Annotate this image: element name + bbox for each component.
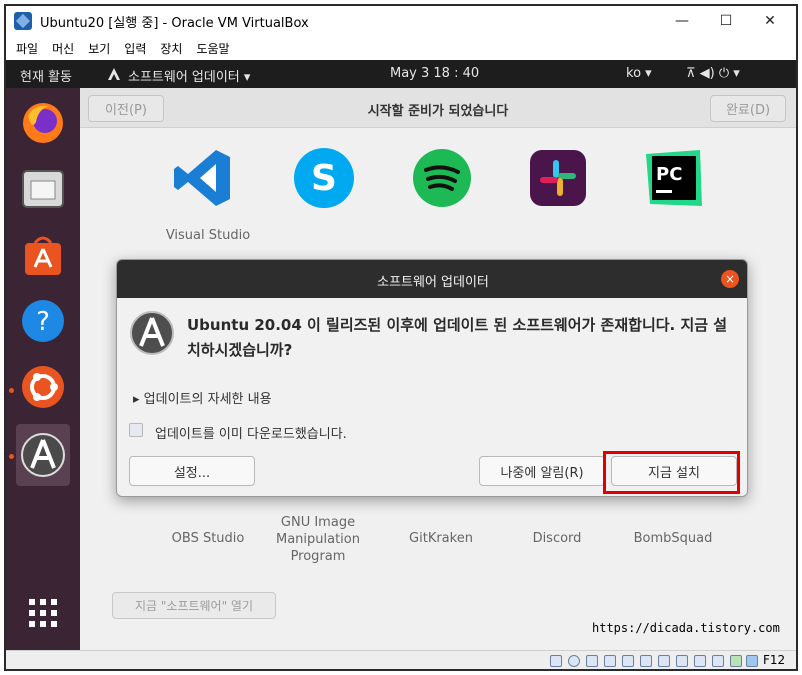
dock: ? [6, 88, 80, 650]
software-updater-icon [129, 310, 175, 356]
pycharm-icon[interactable]: PC [642, 146, 706, 210]
display-icon[interactable] [658, 655, 670, 667]
hard-disk-icon[interactable] [550, 655, 562, 667]
mouse-integration-icon[interactable] [730, 655, 742, 667]
software-center-icon[interactable] [18, 230, 68, 280]
menu-machine[interactable]: 머신 [52, 40, 74, 57]
usb-icon[interactable] [622, 655, 634, 667]
network-icon[interactable] [604, 655, 616, 667]
details-expander[interactable]: ▸ 업데이트의 자세한 내용 [133, 388, 272, 407]
minimize-button[interactable]: — [660, 6, 704, 36]
app-label-obs: OBS Studio [171, 531, 245, 546]
help-icon[interactable]: ? [18, 296, 68, 346]
downloaded-checkbox-label: 업데이트를 이미 다운로드했습니다. [155, 427, 347, 442]
spotify-icon[interactable] [410, 146, 474, 210]
window-title: Ubuntu20 [실행 중] - Oracle VM VirtualBox [40, 15, 309, 31]
app-label-bombsquad: BombSquad [633, 531, 713, 546]
header-bar: 이전(P) 시작할 준비가 되었습니다 완료(D) [80, 88, 796, 128]
menu-input[interactable]: 입력 [124, 40, 146, 57]
page-title: 시작할 준비가 되었습니다 [367, 104, 509, 119]
host-key-label: F12 [763, 653, 786, 667]
status-bar: F12 [6, 650, 796, 669]
details-label: 업데이트의 자세한 내용 [143, 392, 272, 407]
svg-text:PC: PC [656, 164, 682, 185]
dialog-titlebar: 소프트웨어 업데이터 × [117, 260, 747, 298]
gnome-top-bar: 현재 활동 소프트웨어 업데이터 ▾ May 3 18 : 40 ko ▾ ⊼ … [6, 60, 796, 88]
app-label-discord: Discord [532, 531, 582, 546]
show-applications-icon[interactable] [18, 588, 68, 638]
highlight-box [603, 451, 740, 494]
app-label-vscode: Visual Studio [165, 228, 251, 243]
clock[interactable]: May 3 18 : 40 [390, 66, 479, 81]
dialog-title: 소프트웨어 업데이터 [377, 275, 489, 290]
keyboard-capture-icon[interactable] [746, 655, 758, 667]
app-menu[interactable]: 소프트웨어 업데이터 ▾ [128, 66, 250, 85]
shared-folders-icon[interactable] [640, 655, 652, 667]
expander-arrow-icon: ▸ [133, 392, 144, 407]
vscode-icon[interactable] [170, 146, 234, 210]
watermark: https://dicada.tistory.com [592, 621, 780, 635]
menu-help[interactable]: 도움말 [196, 40, 229, 57]
menu-file[interactable]: 파일 [16, 40, 38, 57]
downloaded-checkbox[interactable] [129, 423, 143, 437]
slack-icon[interactable] [526, 146, 590, 210]
cpu-icon[interactable] [712, 655, 724, 667]
open-software-button[interactable]: 지금 "소프트웨어" 열기 [112, 592, 276, 619]
app-menu-icon [106, 66, 122, 86]
firefox-icon[interactable] [18, 98, 68, 148]
running-indicator [9, 388, 14, 393]
guest-additions-icon[interactable] [694, 655, 706, 667]
remind-later-button[interactable]: 나중에 알림(R) [479, 456, 605, 486]
menubar: 파일 머신 보기 입력 장치 도움말 [6, 36, 796, 60]
maximize-button[interactable]: ☐ [704, 6, 748, 36]
svg-text:?: ? [36, 307, 50, 337]
system-menu[interactable]: ⊼ ◀) ⏻ ▾ [686, 66, 740, 81]
done-button[interactable]: 완료(D) [710, 95, 786, 122]
menu-view[interactable]: 보기 [88, 40, 110, 57]
virtualbox-logo-icon [14, 12, 32, 30]
activities-button[interactable]: 현재 활동 [20, 66, 72, 85]
optical-drive-icon[interactable] [568, 655, 580, 667]
skype-icon[interactable]: S [292, 146, 356, 210]
dialog-message: Ubuntu 20.04 이 릴리즈된 이후에 업데이트 된 소프트웨어가 존재… [187, 316, 728, 359]
audio-icon[interactable] [586, 655, 598, 667]
dialog-close-button[interactable]: × [721, 270, 739, 288]
ubuntu-software-icon[interactable] [18, 362, 68, 412]
software-updater-icon[interactable] [16, 424, 70, 486]
files-icon[interactable] [18, 164, 68, 214]
svg-text:S: S [311, 158, 337, 199]
app-label-gitkraken: GitKraken [409, 531, 473, 546]
menu-devices[interactable]: 장치 [160, 40, 182, 57]
video-capture-icon[interactable] [676, 655, 688, 667]
settings-button[interactable]: 설정... [129, 456, 255, 486]
input-method-menu[interactable]: ko ▾ [626, 66, 652, 81]
running-indicator [9, 454, 14, 459]
app-label-gimp: GNU Image Manipulation Program [275, 515, 360, 564]
window-titlebar: Ubuntu20 [실행 중] - Oracle VM VirtualBox —… [6, 6, 796, 36]
close-button[interactable]: ✕ [748, 6, 792, 36]
